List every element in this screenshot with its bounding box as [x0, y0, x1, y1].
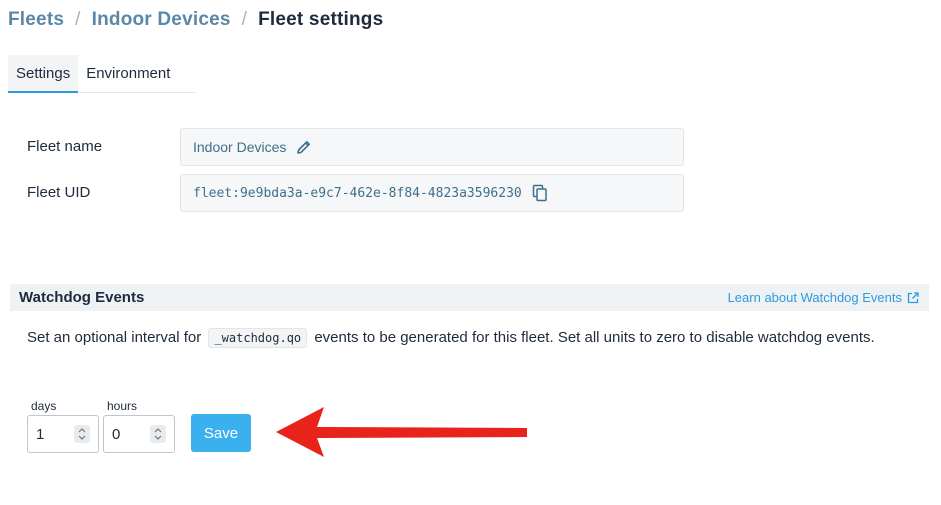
fleet-name-value: Indoor Devices [193, 139, 287, 155]
watchdog-description-end: events to be generated for this fleet. S… [314, 329, 875, 346]
save-button[interactable]: Save [191, 414, 251, 452]
chevron-down-icon [154, 435, 162, 440]
tab-settings[interactable]: Settings [8, 55, 79, 93]
hours-value: 0 [112, 425, 121, 443]
breadcrumb-separator: / [241, 9, 248, 30]
page-title: Fleet settings [258, 9, 384, 30]
hours-stepper[interactable] [150, 425, 166, 443]
fleet-uid-value: fleet:9e9bda3a-e9c7-462e-8f84-4823a35962… [193, 185, 522, 201]
days-value: 1 [36, 425, 45, 443]
watchdog-file-code: _watchdog.qo [208, 328, 308, 348]
days-input[interactable]: 1 [27, 415, 99, 453]
chevron-down-icon [78, 435, 86, 440]
hours-input[interactable]: 0 [103, 415, 175, 453]
chevron-up-icon [78, 428, 86, 433]
fleet-uid-field: fleet:9e9bda3a-e9c7-462e-8f84-4823a35962… [180, 174, 684, 212]
breadcrumb: Fleets / Indoor Devices / Fleet settings [8, 9, 383, 31]
learn-watchdog-link[interactable]: Learn about Watchdog Events [728, 290, 919, 305]
settings-tabs: Settings Environment [8, 55, 196, 93]
watchdog-section-header: Watchdog Events Learn about Watchdog Eve… [10, 284, 929, 311]
chevron-up-icon [154, 428, 162, 433]
hours-label: hours [107, 399, 138, 413]
breadcrumb-fleets-link[interactable]: Fleets [8, 9, 64, 31]
days-label: days [31, 399, 57, 413]
copy-icon[interactable] [532, 184, 548, 202]
tab-environment[interactable]: Environment [78, 55, 178, 93]
fleet-name-field: Indoor Devices [180, 128, 684, 166]
pencil-icon[interactable] [296, 139, 312, 155]
fleet-name-label: Fleet name [27, 138, 103, 155]
learn-watchdog-link-label: Learn about Watchdog Events [727, 290, 902, 305]
fleet-uid-label: Fleet UID [27, 184, 91, 201]
annotation-arrow-icon [276, 407, 527, 457]
days-stepper[interactable] [74, 425, 90, 443]
watchdog-section-title: Watchdog Events [19, 289, 145, 306]
breadcrumb-indoor-devices-link[interactable]: Indoor Devices [92, 9, 231, 31]
watchdog-description: Set an optional interval for _watchdog.q… [27, 326, 907, 350]
watchdog-description-start: Set an optional interval for [27, 329, 202, 346]
external-link-icon [907, 291, 919, 303]
breadcrumb-separator: / [75, 9, 81, 30]
